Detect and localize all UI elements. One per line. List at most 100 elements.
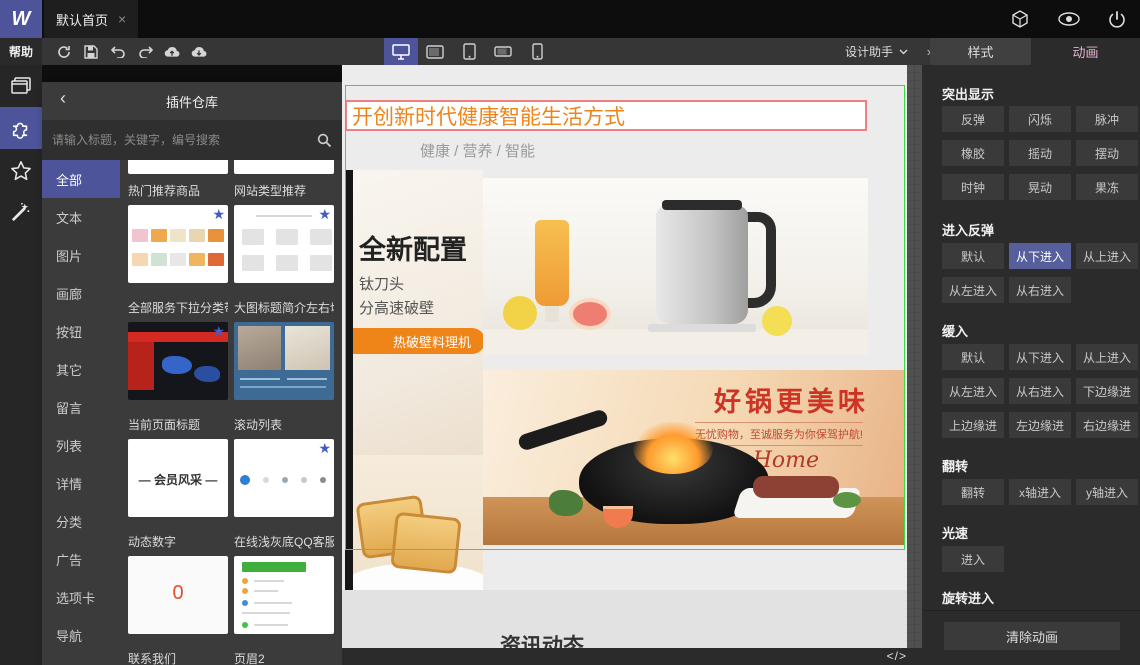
anim-bounce-button[interactable]: 反弹: [942, 106, 1004, 132]
blender-banner[interactable]: 全新配置 钛刀头 分高速破壁 热破壁料理机: [353, 170, 483, 455]
anim-jelly-button[interactable]: 果冻: [1076, 174, 1138, 200]
easein-left-edge-button[interactable]: 左边缘进: [1009, 412, 1071, 438]
bouncein-from-right-button[interactable]: 从右进入: [1009, 277, 1071, 303]
bouncein-from-bottom-button[interactable]: 从下进入: [1009, 243, 1071, 269]
clear-animation-button[interactable]: 清除动画: [944, 622, 1120, 650]
save-icon[interactable]: [83, 44, 99, 60]
plugin-item-qq-service[interactable]: 在线浅灰底QQ客服: [234, 525, 334, 634]
refresh-icon[interactable]: [56, 44, 72, 60]
anim-clock-button[interactable]: 时钟: [942, 174, 1004, 200]
page-tab[interactable]: 默认首页 ×: [44, 0, 139, 38]
banner-section[interactable]: 全新配置 钛刀头 分高速破壁 热破壁料理机 好锅更美味 无忧购物，至诚服务为你保…: [345, 170, 905, 615]
undo-icon[interactable]: [110, 44, 126, 60]
subtitle-text[interactable]: 健康 / 营养 / 智能: [420, 140, 535, 161]
anim-rubber-button[interactable]: 橡胶: [942, 140, 1004, 166]
category-message[interactable]: 留言: [42, 388, 120, 426]
plugin-thumbnail[interactable]: [234, 556, 334, 634]
tab-close-icon[interactable]: ×: [118, 11, 126, 27]
news-section[interactable]: 资讯动态: [342, 590, 907, 648]
star-badge-icon[interactable]: ★: [212, 207, 225, 221]
category-gallery[interactable]: 画廊: [42, 274, 120, 312]
design-canvas[interactable]: 开创新时代健康智能生活方式 健康 / 营养 / 智能 全新配置 钛刀头 分高速破…: [342, 65, 922, 665]
lightspeed-in-button[interactable]: 进入: [942, 546, 1004, 572]
cloud-download-icon[interactable]: [191, 44, 207, 60]
app-logo[interactable]: W: [0, 0, 42, 38]
plugin-thumbnail[interactable]: 0: [128, 556, 228, 634]
wok-banner-image[interactable]: 好锅更美味 无忧购物，至诚服务为你保驾护航! Warm Home: [483, 370, 905, 545]
plugin-item-site-types[interactable]: 网站类型推荐 ★: [234, 174, 334, 283]
banner-pill-button[interactable]: 热破壁料理机: [353, 328, 483, 354]
cloud-upload-icon[interactable]: [164, 44, 180, 60]
easein-from-left-button[interactable]: 从左进入: [942, 378, 1004, 404]
redo-icon[interactable]: [137, 44, 153, 60]
sidebar-tools-icon[interactable]: [0, 191, 42, 233]
device-desktop-button[interactable]: [384, 38, 418, 65]
easein-from-right-button[interactable]: 从右进入: [1009, 378, 1071, 404]
category-other[interactable]: 其它: [42, 350, 120, 388]
easein-top-edge-button[interactable]: 上边缘进: [942, 412, 1004, 438]
category-text[interactable]: 文本: [42, 198, 120, 236]
device-phone-portrait-button[interactable]: [520, 38, 554, 65]
plugin-thumbnail[interactable]: ★: [128, 205, 228, 283]
flip-button[interactable]: 翻转: [942, 479, 1004, 505]
plugin-item-service-dropdown[interactable]: 全部服务下拉分类带... ★: [128, 291, 228, 400]
star-badge-icon[interactable]: ★: [318, 207, 331, 221]
bouncein-default-button[interactable]: 默认: [942, 243, 1004, 269]
category-component[interactable]: 组件: [42, 654, 120, 665]
category-list[interactable]: 列表: [42, 426, 120, 464]
anim-flash-button[interactable]: 闪烁: [1009, 106, 1071, 132]
plugin-item-header2[interactable]: 页眉2: [234, 642, 334, 665]
plugin-thumbnail-partial[interactable]: [128, 160, 228, 174]
search-icon[interactable]: [317, 133, 332, 148]
category-tabs[interactable]: 选项卡: [42, 578, 120, 616]
code-view-icon[interactable]: </>: [887, 649, 907, 663]
tab-style[interactable]: 样式: [930, 38, 1031, 65]
anim-pulse-button[interactable]: 脉冲: [1076, 106, 1138, 132]
device-phone-landscape-button[interactable]: [486, 38, 520, 65]
plugin-item-dynamic-number[interactable]: 动态数字 0: [128, 525, 228, 634]
design-assistant-dropdown[interactable]: 设计助手: [845, 38, 908, 65]
tab-animation[interactable]: 动画: [1031, 38, 1140, 65]
plugin-thumbnail[interactable]: ★: [128, 322, 228, 400]
publish-cube-icon[interactable]: [1010, 9, 1030, 29]
category-detail[interactable]: 详情: [42, 464, 120, 502]
star-badge-icon[interactable]: ★: [212, 324, 225, 338]
sidebar-favorites-icon[interactable]: [0, 149, 42, 191]
headline-text-element[interactable]: 开创新时代健康智能生活方式: [345, 100, 867, 131]
category-button[interactable]: 按钮: [42, 312, 120, 350]
device-tablet-landscape-button[interactable]: [418, 38, 452, 65]
star-badge-icon[interactable]: ★: [318, 441, 331, 455]
anim-shake-button[interactable]: 摇动: [1009, 140, 1071, 166]
back-chevron-icon[interactable]: ‹: [60, 88, 66, 109]
help-button[interactable]: 帮助: [0, 38, 42, 65]
flip-y-axis-button[interactable]: y轴进入: [1076, 479, 1138, 505]
plugin-thumbnail-partial[interactable]: [234, 160, 334, 174]
category-image[interactable]: 图片: [42, 236, 120, 274]
plugin-search-input[interactable]: [52, 133, 317, 147]
preview-eye-icon[interactable]: [1058, 12, 1080, 26]
category-ad[interactable]: 广告: [42, 540, 120, 578]
plugin-item-scroll-list[interactable]: 滚动列表 ★: [234, 408, 334, 517]
plugin-item-big-image-slider[interactable]: 大图标题简介左右切...: [234, 291, 334, 400]
bouncein-from-top-button[interactable]: 从上进入: [1076, 243, 1138, 269]
kettle-image[interactable]: [483, 178, 868, 355]
anim-swing-button[interactable]: 摆动: [1076, 140, 1138, 166]
plugin-item-hot-products[interactable]: 热门推荐商品 ★: [128, 174, 228, 283]
sidebar-plugins-icon[interactable]: [0, 107, 42, 149]
plugin-item-page-title[interactable]: 当前页面标题 — 会员风采 —: [128, 408, 228, 517]
category-all[interactable]: 全部: [42, 160, 120, 198]
power-icon[interactable]: [1108, 10, 1126, 28]
easein-from-bottom-button[interactable]: 从下进入: [1009, 344, 1071, 370]
flip-x-axis-button[interactable]: x轴进入: [1009, 479, 1071, 505]
plugin-thumbnail[interactable]: ★: [234, 205, 334, 283]
bouncein-from-left-button[interactable]: 从左进入: [942, 277, 1004, 303]
plugin-thumbnail[interactable]: ★: [234, 439, 334, 517]
plugin-item-contact-us[interactable]: 联系我们: [128, 642, 228, 665]
device-tablet-portrait-button[interactable]: [452, 38, 486, 65]
category-nav[interactable]: 导航: [42, 616, 120, 654]
easein-default-button[interactable]: 默认: [942, 344, 1004, 370]
sidebar-pages-icon[interactable]: [0, 65, 42, 107]
plugin-thumbnail[interactable]: — 会员风采 —: [128, 439, 228, 517]
easein-from-top-button[interactable]: 从上进入: [1076, 344, 1138, 370]
easein-bottom-edge-button[interactable]: 下边缘进: [1076, 378, 1138, 404]
